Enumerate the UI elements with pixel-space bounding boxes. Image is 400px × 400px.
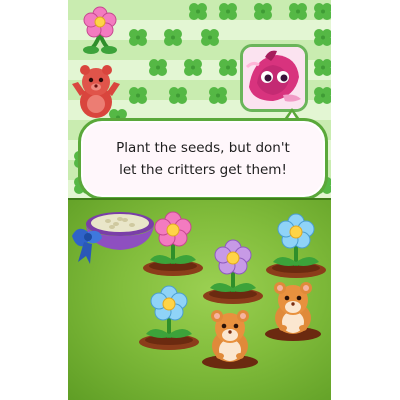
blue-flower-plot[interactable]: [263, 210, 329, 280]
red-bear-critter-icon: [72, 65, 120, 118]
purple-flower-plot[interactable]: [200, 236, 266, 306]
pink-flower-plot[interactable]: [140, 208, 206, 278]
dialog-box[interactable]: Plant the seeds, but don't let the critt…: [78, 118, 328, 200]
bottom-screen: [68, 200, 331, 400]
dialog-text-line-2: let the critters get them!: [119, 162, 287, 178]
hamster-critter-2[interactable]: [200, 308, 260, 370]
pink-pony-icon: [243, 47, 305, 109]
dialog-text-line-1: Plant the seeds, but don't: [116, 140, 290, 156]
flower-icon: [83, 6, 117, 54]
hamster-critter[interactable]: [263, 280, 323, 342]
blue-flower-plot-2[interactable]: [136, 282, 202, 352]
top-screen: Plant the seeds, but don't let the critt…: [68, 0, 331, 200]
character-portrait: [240, 44, 308, 112]
